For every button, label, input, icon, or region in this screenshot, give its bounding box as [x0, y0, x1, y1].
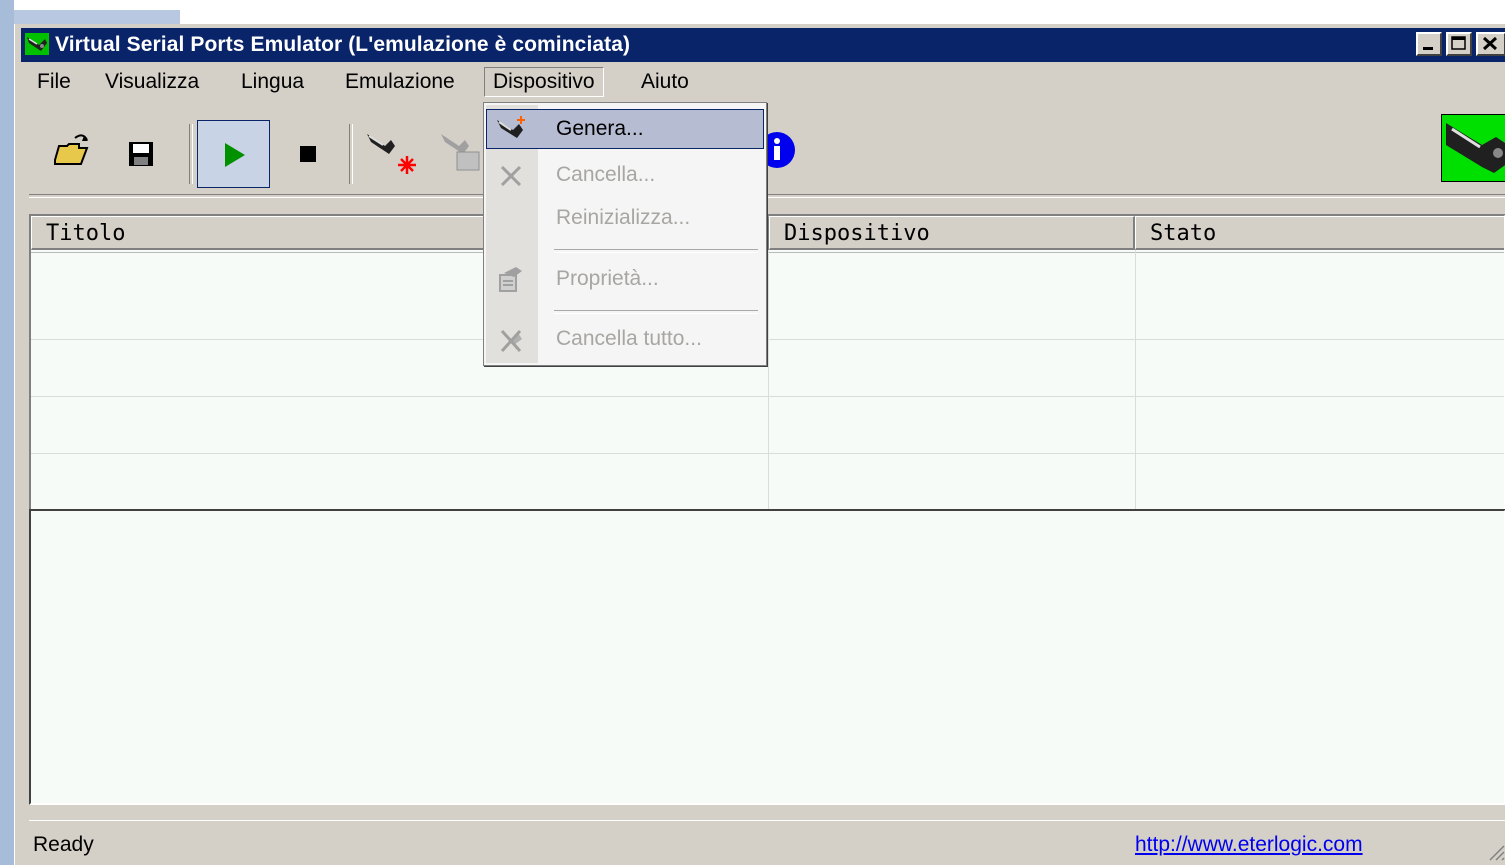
list-header: Titolo Dispositivo Stato [31, 216, 1504, 250]
website-link[interactable]: http://www.eterlogic.com [1135, 833, 1363, 857]
menu-item-cancella-tutto[interactable]: Cancella tutto... [486, 319, 764, 359]
properties-icon [499, 267, 522, 292]
maximize-button[interactable] [1446, 32, 1472, 56]
menu-dispositivo[interactable]: Dispositivo [484, 67, 604, 97]
eterlogic-logo [1441, 114, 1505, 182]
play-button[interactable] [197, 120, 270, 188]
open-button[interactable] [37, 120, 107, 186]
app-serial-icon [25, 33, 49, 55]
save-icon [129, 142, 153, 166]
device-new-icon [497, 116, 525, 138]
desktop-tab [14, 10, 180, 24]
menu-visualizza[interactable]: Visualizza [97, 67, 207, 97]
play-icon [225, 143, 245, 167]
window-title: Virtual Serial Ports Emulator (L'emulazi… [55, 33, 631, 56]
save-button[interactable] [107, 120, 177, 186]
delete-all-icon [500, 329, 522, 353]
minimize-button[interactable] [1416, 32, 1442, 56]
menu-item-label: Reinizializza... [556, 206, 691, 229]
menu-aiuto[interactable]: Aiuto [633, 67, 697, 97]
menu-item-proprieta[interactable]: Proprietà... [486, 259, 764, 299]
menu-item-label: Cancella tutto... [556, 327, 702, 350]
menu-item-label: Cancella... [556, 163, 656, 186]
serial-connector-icon [1446, 123, 1505, 173]
log-pane[interactable] [29, 509, 1505, 805]
menu-emulazione[interactable]: Emulazione [337, 67, 463, 97]
desktop-strip [0, 0, 14, 865]
dispositivo-dropdown: Genera... Cancella... Reinizializza... P… [483, 102, 767, 366]
menu-lingua[interactable]: Lingua [233, 67, 312, 97]
open-icon [54, 134, 89, 165]
column-divider [768, 250, 769, 524]
menu-separator [554, 310, 758, 314]
delete-icon [500, 165, 522, 187]
toolbar-separator [189, 124, 193, 184]
toolbar-separator-2 [349, 124, 353, 184]
menu-item-genera[interactable]: Genera... [486, 109, 764, 149]
status-text: Ready [33, 833, 94, 856]
column-divider [1135, 250, 1136, 524]
resize-grip-icon[interactable] [1486, 842, 1505, 862]
device-new-icon [367, 134, 416, 174]
menu-bar: File Visualizza Lingua Emulazione Dispos… [21, 64, 1505, 100]
stop-icon [300, 146, 316, 162]
close-button[interactable] [1476, 32, 1505, 56]
menu-item-label: Genera... [556, 117, 644, 140]
title-bar[interactable]: Virtual Serial Ports Emulator (L'emulazi… [21, 28, 1505, 62]
minimize-icon [1423, 47, 1433, 50]
menu-item-label: Proprietà... [556, 267, 659, 290]
column-header-stato[interactable]: Stato [1135, 216, 1504, 250]
devices-list[interactable]: Titolo Dispositivo Stato [29, 214, 1505, 526]
menu-separator [554, 249, 758, 253]
new-device-button[interactable] [355, 120, 425, 186]
stop-button[interactable] [273, 120, 343, 186]
close-icon [1482, 36, 1498, 51]
maximize-icon [1451, 36, 1466, 50]
status-bar: Ready http://www.eterlogic.com [29, 820, 1505, 866]
menu-file[interactable]: File [29, 67, 79, 97]
column-header-dispositivo[interactable]: Dispositivo [769, 216, 1135, 250]
menu-item-reinizializza[interactable]: Reinizializza... [486, 198, 764, 238]
toolbar-bottom-line [29, 194, 1505, 198]
menu-item-cancella[interactable]: Cancella... [486, 155, 764, 195]
